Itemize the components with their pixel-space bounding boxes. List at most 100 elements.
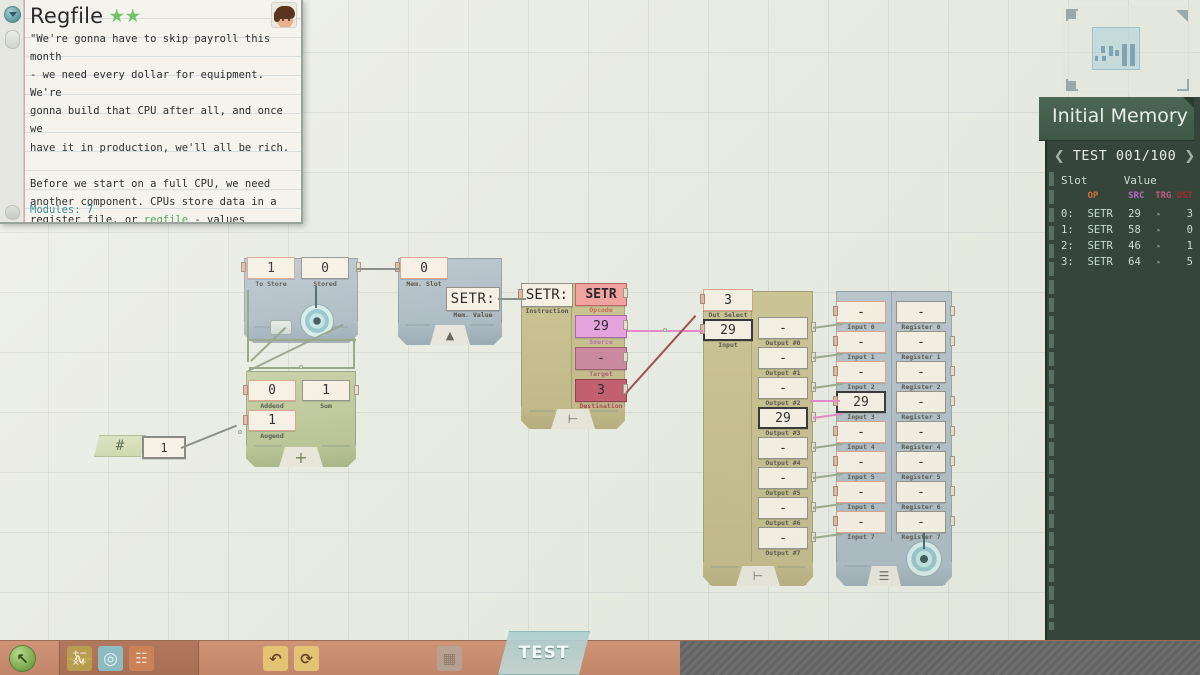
components-category-button[interactable]: ☷ [129,646,154,671]
out-select-field[interactable]: 3 [703,289,753,311]
register-input-field-5[interactable]: - [836,451,886,473]
register-input-field-7[interactable]: - [836,511,886,533]
mem-slot-pin[interactable] [395,262,400,272]
node-demux[interactable]: ⊢ 3 Out Select 29 Input - Output #0 - Outpu… [700,289,843,586]
instruction-field[interactable]: SETR: [521,283,573,307]
memory-title: Initial Memory [1052,105,1188,127]
prev-test-button[interactable]: ❮ [1054,149,1065,164]
addend-pin[interactable] [243,385,248,395]
demux-output-field-4[interactable]: - [758,437,808,459]
register-value-pin-2[interactable] [950,366,955,376]
register-value-pin-6[interactable] [950,486,955,496]
register-input-pin-4[interactable] [833,426,838,436]
stored-pin[interactable] [356,262,361,272]
out-select-pin[interactable] [700,294,705,304]
register-label-5: Register 5 [901,473,941,481]
register-value-field-7[interactable]: - [896,511,946,533]
demux-output-field-2[interactable]: - [758,377,808,399]
demux-output-field-7[interactable]: - [758,527,808,549]
test-tab[interactable]: TEST [498,631,590,675]
wire-category-button[interactable]: ∿ [67,650,92,668]
demux-input-field[interactable]: 29 [703,319,753,341]
destination-field[interactable]: 3 [575,379,627,402]
minimap[interactable] [1063,6,1192,94]
register-input-pin-0[interactable] [833,306,838,316]
scroll-down-button[interactable] [5,205,20,220]
register-input-field-4[interactable]: - [836,421,886,443]
source-pin[interactable] [623,320,628,330]
augend-pin[interactable] [243,415,248,425]
demux-output-field-1[interactable]: - [758,347,808,369]
register-value-pin-3[interactable] [950,396,955,406]
demux-output-field-3[interactable]: 29 [758,407,808,429]
register-input-field-6[interactable]: - [836,481,886,503]
opcode-field[interactable]: SETR [575,283,627,306]
minimap-module [1101,46,1105,53]
register-value-pin-7[interactable] [950,516,955,526]
node-store[interactable]: 1 To Store 0 Stored [241,257,361,343]
register-value-pin-5[interactable] [950,456,955,466]
register-value-0: - [917,304,925,320]
register-input-pin-2[interactable] [833,366,838,376]
demux-output-field-0[interactable]: - [758,317,808,339]
addend-value: 0 [268,383,276,398]
constant-value[interactable]: 1 [142,436,186,459]
mem-slot-field[interactable]: 0 [400,257,448,279]
demux-output-field-5[interactable]: - [758,467,808,489]
logic-category-button[interactable]: ◎ [98,646,123,671]
register-input-pin-7[interactable] [833,516,838,526]
next-test-button[interactable]: ❯ [1184,149,1195,164]
register-input-pin-6[interactable] [833,486,838,496]
augend-field[interactable]: 1 [248,410,296,431]
back-button[interactable]: ↖ [9,645,36,672]
node-constant[interactable]: # 1 [94,435,194,461]
demux-input-pin[interactable] [700,324,705,334]
register-value-pin-1[interactable] [950,336,955,346]
undo-button[interactable]: ↶ [263,646,288,671]
target-pin[interactable] [623,352,628,362]
minimap-module [1109,46,1113,56]
stored-field[interactable]: 0 [301,257,349,279]
node-decoder[interactable]: ⊢ SETR: Instruction SETR Opcode 29 Sourc… [518,283,628,429]
target-field[interactable]: - [575,347,627,370]
register-input-field-1[interactable]: - [836,331,886,353]
register-value-field-4[interactable]: - [896,421,946,443]
sum-field[interactable]: 1 [302,380,350,401]
hash-icon: # [115,438,125,454]
node-registers[interactable]: ☰ - Input 0 - Input 1 - Input 2 29 Input 3 - Inpu… [833,291,955,586]
memory-table-subheader: OP SRC TRG DST [1061,191,1194,206]
sum-label: Sum [320,402,332,410]
register-input-pin-1[interactable] [833,336,838,346]
register-value-pin-4[interactable] [950,426,955,436]
source-field[interactable]: 29 [575,315,627,338]
register-value-field-6[interactable]: - [896,481,946,503]
opcode-pin[interactable] [623,288,628,298]
register-value-field-1[interactable]: - [896,331,946,353]
chevron-down-icon[interactable] [4,6,21,23]
to-store-pin[interactable] [241,262,246,272]
register-input-field-2[interactable]: - [836,361,886,383]
demux-output-field-6[interactable]: - [758,497,808,519]
register-value-field-5[interactable]: - [896,451,946,473]
register-value-field-0[interactable]: - [896,301,946,323]
node-adder[interactable]: + 0 Addend 1 Augend 1 Sum [243,371,359,467]
mem-value-field[interactable]: SETR: [446,287,500,311]
register-input-field-3[interactable]: 29 [836,391,886,413]
register-value-field-3[interactable]: - [896,391,946,413]
register-value-field-2[interactable]: - [896,361,946,383]
source-value: 29 [593,319,609,334]
margin-line [24,0,25,222]
scroll-thumb[interactable] [5,30,20,49]
memory-cell-dst: 0 [1186,224,1193,236]
node-memory-read[interactable]: ▲ 0 Mem. Slot SETR: Mem. Value [395,257,558,345]
memory-cell-trg: - [1155,208,1162,220]
sum-pin[interactable] [354,385,359,395]
addend-field[interactable]: 0 [248,380,296,401]
register-value-pin-0[interactable] [950,306,955,316]
minimap-viewport[interactable] [1092,27,1140,70]
delete-button[interactable]: ▦ [437,646,462,671]
to-store-field[interactable]: 1 [247,257,295,279]
register-input-field-0[interactable]: - [836,301,886,323]
redo-button[interactable]: ⟳ [294,646,319,671]
register-input-pin-5[interactable] [833,456,838,466]
